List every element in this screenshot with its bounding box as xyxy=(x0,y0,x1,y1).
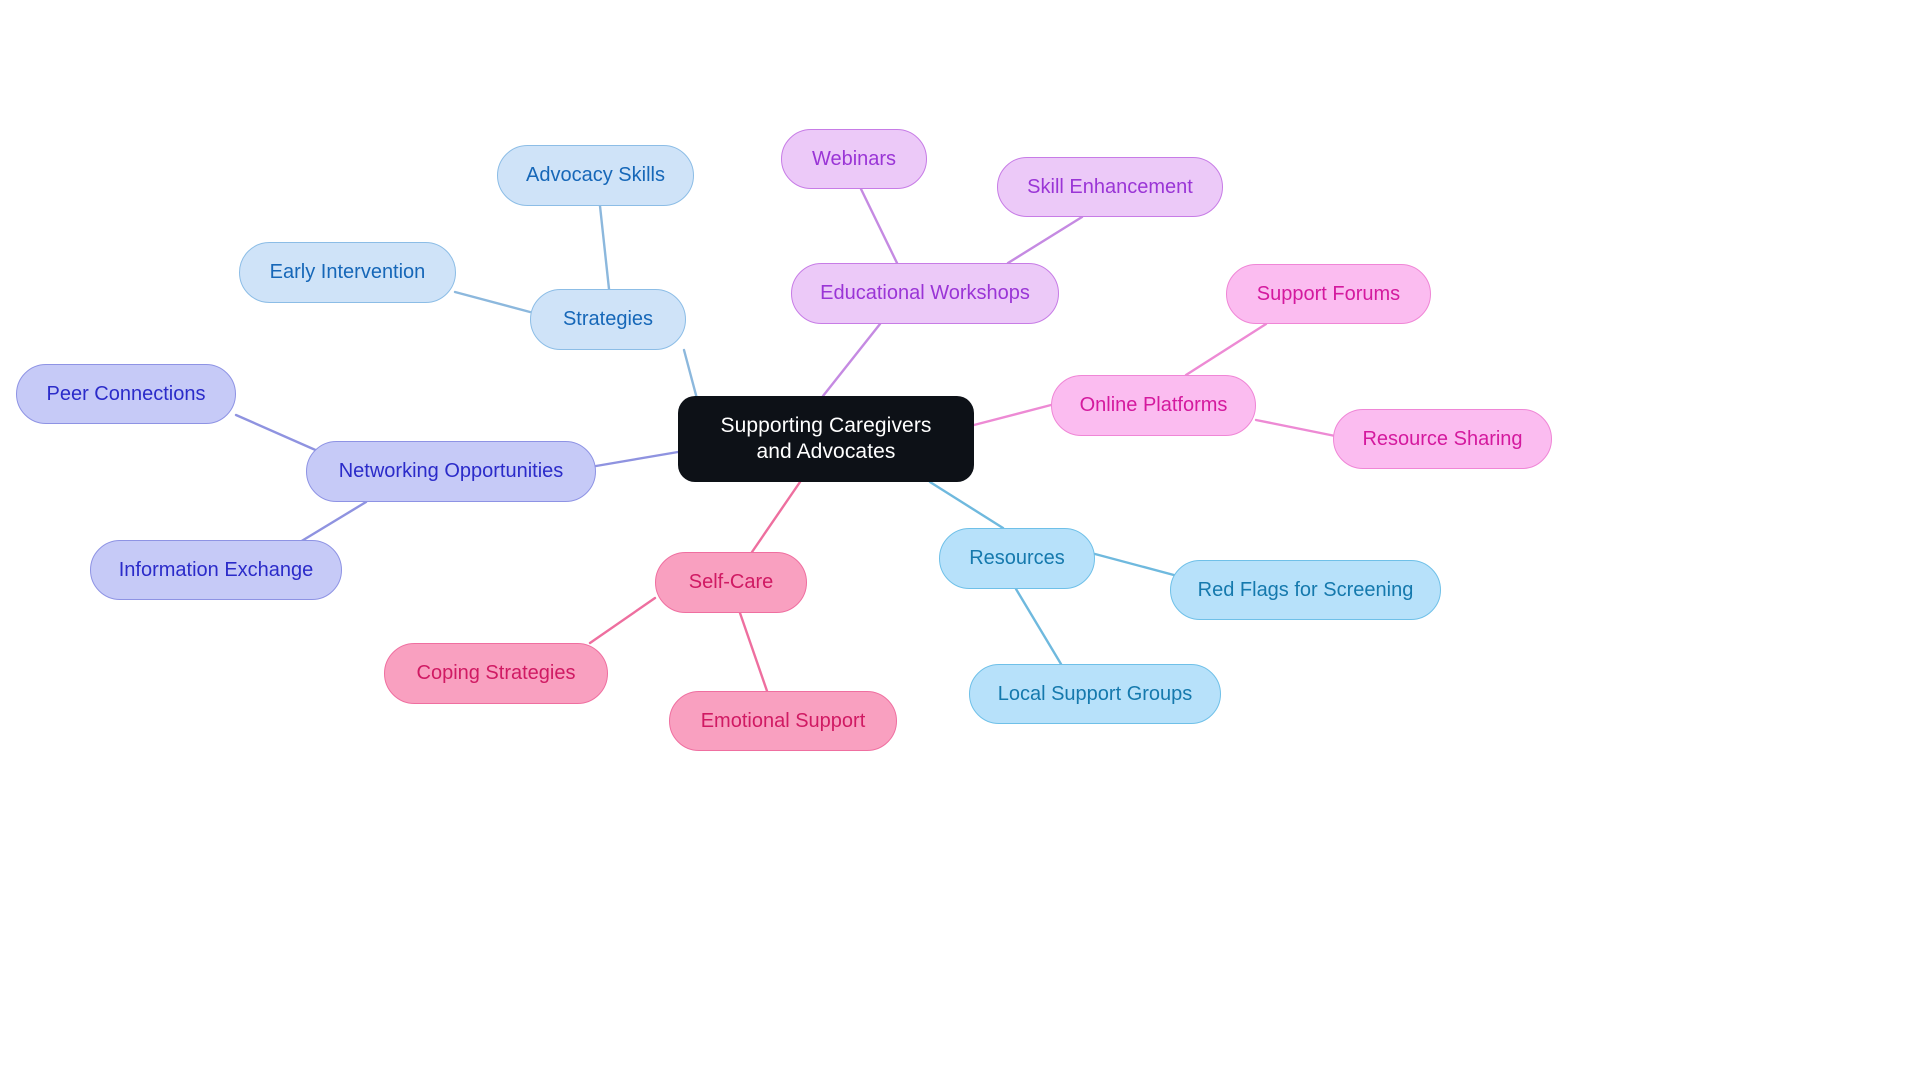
node-label-local-support-groups: Local Support Groups xyxy=(997,682,1193,705)
node-label-coping-strategies: Coping Strategies xyxy=(416,662,576,685)
node-support-forums[interactable]: Support Forums xyxy=(1226,264,1431,324)
edge-root-resources xyxy=(928,480,1005,530)
edge-root-online-platforms xyxy=(972,403,1053,427)
node-skill-enhancement[interactable]: Skill Enhancement xyxy=(997,157,1223,217)
node-networking-opportunities[interactable]: Networking Opportunities xyxy=(306,441,596,502)
node-label-educational-workshops: Educational Workshops xyxy=(820,282,1030,305)
node-peer-connections[interactable]: Peer Connections xyxy=(16,364,236,424)
edge-root-networking-opportunities xyxy=(594,450,680,468)
edge-self-care-coping-strategies xyxy=(588,596,657,645)
edge-educational-workshops-webinars xyxy=(859,187,899,265)
edge-strategies-early-intervention xyxy=(453,290,532,314)
node-label-self-care: Self-Care xyxy=(688,571,774,594)
edge-resources-local-support-groups xyxy=(1014,587,1063,666)
edge-online-platforms-support-forums xyxy=(1184,322,1268,377)
edge-self-care-emotional-support xyxy=(738,611,769,693)
edge-educational-workshops-skill-enhancement xyxy=(1006,215,1084,265)
node-educational-workshops[interactable]: Educational Workshops xyxy=(791,263,1059,324)
node-label-emotional-support: Emotional Support xyxy=(700,709,866,732)
edge-root-self-care xyxy=(750,480,802,554)
node-label-peer-connections: Peer Connections xyxy=(46,382,206,405)
node-information-exchange[interactable]: Information Exchange xyxy=(90,540,342,600)
node-label-root: Supporting Caregivers and Advocates xyxy=(720,414,932,463)
node-label-advocacy-skills: Advocacy Skills xyxy=(526,164,665,187)
node-label-skill-enhancement: Skill Enhancement xyxy=(1027,175,1193,198)
node-label-resources: Resources xyxy=(969,547,1065,570)
node-root[interactable]: Supporting Caregivers and Advocates xyxy=(678,396,974,482)
node-self-care[interactable]: Self-Care xyxy=(655,552,807,613)
node-label-information-exchange: Information Exchange xyxy=(118,558,314,581)
node-advocacy-skills[interactable]: Advocacy Skills xyxy=(497,145,694,206)
edge-networking-information-exchange xyxy=(298,500,368,544)
node-label-webinars: Webinars xyxy=(811,147,897,170)
node-label-resource-sharing: Resource Sharing xyxy=(1362,427,1523,450)
node-label-support-forums: Support Forums xyxy=(1256,282,1401,305)
node-webinars[interactable]: Webinars xyxy=(781,129,927,189)
node-online-platforms[interactable]: Online Platforms xyxy=(1051,375,1256,436)
node-label-online-platforms: Online Platforms xyxy=(1079,394,1228,417)
edge-resources-red-flags xyxy=(1093,552,1187,580)
node-local-support-groups[interactable]: Local Support Groups xyxy=(969,664,1221,724)
node-emotional-support[interactable]: Emotional Support xyxy=(669,691,897,751)
node-early-intervention[interactable]: Early Intervention xyxy=(239,242,456,303)
node-strategies[interactable]: Strategies xyxy=(530,289,686,350)
mindmap-canvas: Strategies Advocacy Skills Early Intervent… xyxy=(0,0,1920,1083)
node-label-networking-opportunities: Networking Opportunities xyxy=(338,460,564,483)
node-resource-sharing[interactable]: Resource Sharing xyxy=(1333,409,1552,469)
node-label-red-flags-for-screening: Red Flags for Screening xyxy=(1197,578,1414,601)
edge-strategies-advocacy-skills xyxy=(598,204,611,291)
node-label-strategies: Strategies xyxy=(562,308,654,331)
node-coping-strategies[interactable]: Coping Strategies xyxy=(384,643,608,704)
node-label-early-intervention: Early Intervention xyxy=(269,261,426,284)
node-red-flags-for-screening[interactable]: Red Flags for Screening xyxy=(1170,560,1441,620)
edge-networking-peer-connections xyxy=(234,413,322,454)
node-resources[interactable]: Resources xyxy=(939,528,1095,589)
edge-root-educational-workshops xyxy=(821,322,882,398)
